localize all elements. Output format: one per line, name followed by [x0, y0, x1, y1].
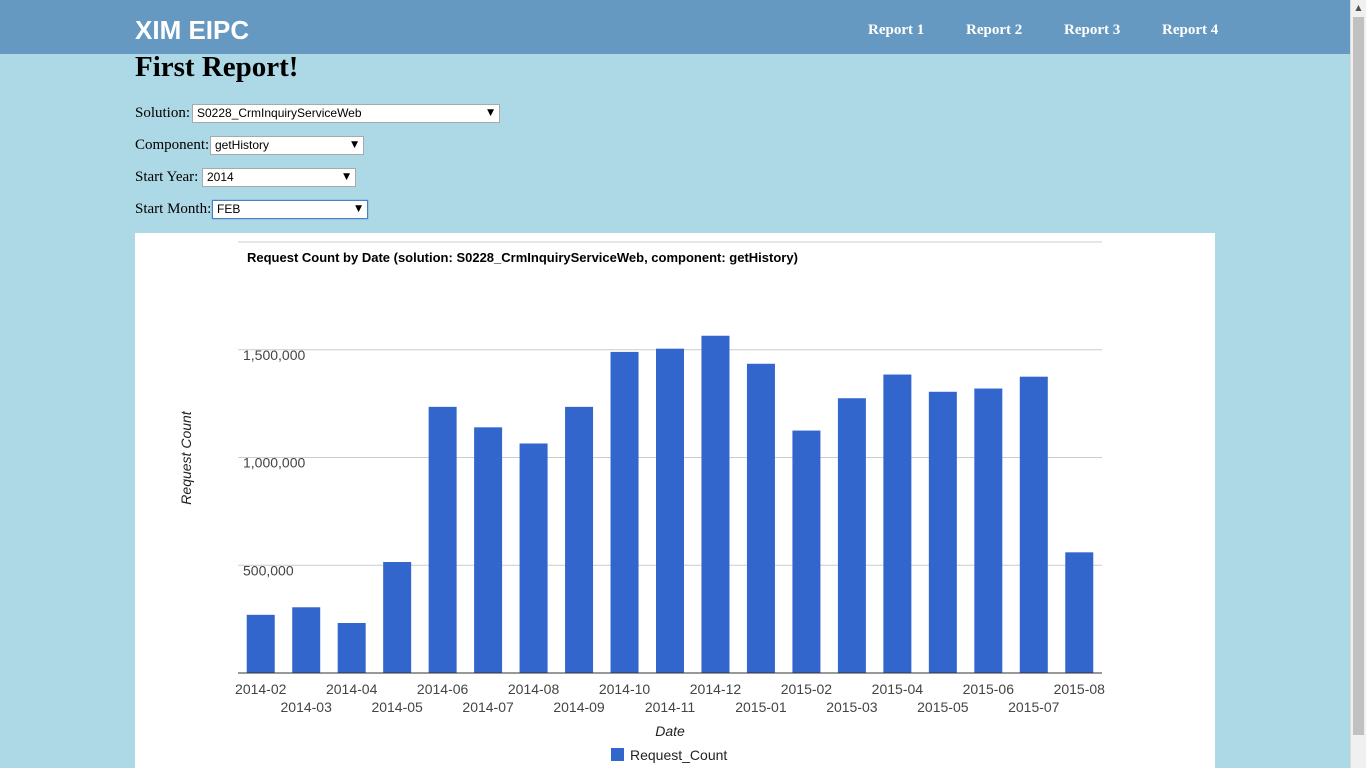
bar — [746, 363, 775, 673]
x-tick-label: 2014-11 — [645, 699, 696, 715]
x-tick-label: 2015-04 — [872, 681, 924, 697]
dropdown-arrow-icon: ▼ — [343, 172, 350, 182]
solution-select[interactable]: S0228_CrmInquiryServiceWeb ▼ — [192, 104, 500, 123]
y-tick-label: 1,500,000 — [243, 347, 305, 363]
x-tick-label: 2014-08 — [508, 681, 560, 697]
start-month-select[interactable]: FEB ▼ — [212, 200, 368, 219]
x-tick-label: 2015-06 — [963, 681, 1015, 697]
x-tick-label: 2015-05 — [917, 699, 969, 715]
x-tick-label: 2015-08 — [1054, 681, 1106, 697]
x-tick-label: 2014-05 — [371, 699, 423, 715]
solution-label: Solution: — [135, 105, 191, 121]
x-tick-label: 2014-04 — [326, 681, 378, 697]
bar — [883, 374, 912, 673]
x-axis-title: Date — [655, 723, 685, 739]
bar — [474, 427, 503, 673]
start-year-select-value: 2014 — [207, 170, 234, 184]
x-tick-label: 2014-02 — [235, 681, 287, 697]
nav-link-report-1[interactable]: Report 1 — [868, 22, 924, 39]
bar — [337, 623, 366, 673]
x-tick-label: 2015-01 — [735, 699, 787, 715]
chart-title: Request Count by Date (solution: S0228_C… — [247, 250, 798, 265]
bar — [837, 398, 866, 673]
x-tick-label: 2015-03 — [826, 699, 878, 715]
nav-link-report-4[interactable]: Report 4 — [1162, 22, 1218, 39]
y-tick-label: 1,000,000 — [243, 455, 305, 471]
bar — [1019, 376, 1048, 673]
bar — [610, 351, 639, 673]
scrollbar-thumb[interactable] — [1353, 17, 1364, 735]
bar-chart: 500,000 1,000,000 1,500,000 2014-02 2014-03 2… — [178, 241, 1106, 763]
bar — [928, 391, 957, 673]
x-tick-label: 2014-09 — [553, 699, 605, 715]
x-tick-label: 2014-12 — [690, 681, 742, 697]
vertical-scrollbar[interactable]: ▲ — [1350, 0, 1366, 768]
x-tick-label: 2014-03 — [281, 699, 333, 715]
bar — [246, 614, 275, 673]
legend-label: Request_Count — [630, 747, 727, 763]
bar — [383, 562, 412, 673]
x-tick-label: 2014-06 — [417, 681, 469, 697]
bar — [1065, 552, 1094, 673]
brand-logo[interactable]: XIM EIPC — [135, 15, 249, 46]
bar — [792, 430, 821, 673]
y-tick-label: 500,000 — [243, 562, 294, 578]
start-month-label: Start Month: — [135, 201, 212, 217]
component-select[interactable]: getHistory ▼ — [210, 136, 364, 155]
page-title: First Report! — [135, 51, 299, 83]
x-tick-label: 2014-10 — [599, 681, 651, 697]
start-year-select[interactable]: 2014 ▼ — [202, 168, 356, 187]
solution-select-value: S0228_CrmInquiryServiceWeb — [197, 106, 362, 120]
start-month-select-value: FEB — [217, 202, 241, 216]
scroll-up-arrow-icon[interactable]: ▲ — [1351, 0, 1366, 16]
y-axis-title: Request Count — [178, 410, 194, 505]
bar — [701, 335, 730, 673]
nav-link-report-3[interactable]: Report 3 — [1064, 22, 1120, 39]
component-label: Component: — [135, 137, 210, 153]
x-tick-label: 2015-07 — [1008, 699, 1060, 715]
start-year-label: Start Year: — [135, 169, 199, 185]
dropdown-arrow-icon: ▼ — [351, 140, 358, 150]
top-navbar: XIM EIPC Report 1 Report 2 Report 3 Repo… — [0, 0, 1350, 54]
bar — [565, 406, 594, 673]
dropdown-arrow-icon: ▼ — [355, 204, 362, 214]
bar — [974, 388, 1003, 673]
dropdown-arrow-icon: ▼ — [487, 108, 494, 118]
bar — [292, 607, 321, 673]
chart-panel: 500,000 1,000,000 1,500,000 2014-02 2014-03 2… — [135, 233, 1215, 768]
bar — [428, 406, 457, 673]
nav-link-report-2[interactable]: Report 2 — [966, 22, 1022, 39]
component-select-value: getHistory — [215, 138, 270, 152]
x-tick-label: 2014-07 — [462, 699, 514, 715]
bar — [519, 443, 548, 673]
bar — [656, 348, 684, 673]
legend-swatch — [611, 748, 624, 761]
x-tick-label: 2015-02 — [781, 681, 833, 697]
